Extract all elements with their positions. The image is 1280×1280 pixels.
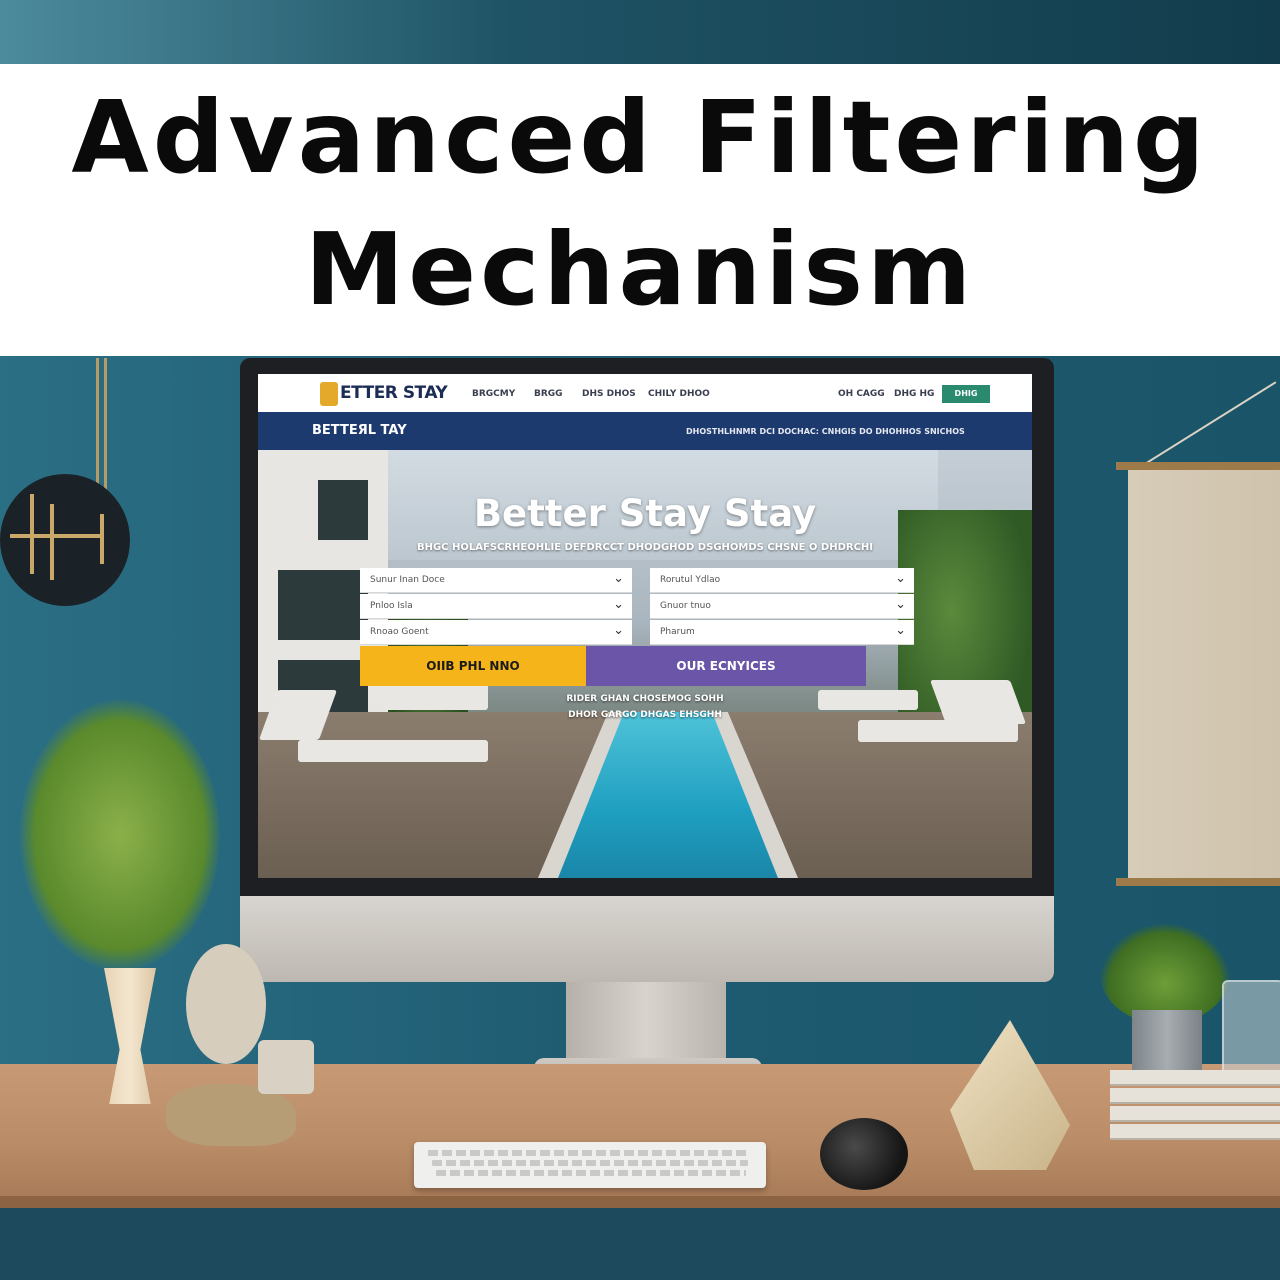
chevron-down-icon: ⌄ [895,571,906,586]
filter-label: Rorutul Ydlao [660,575,721,585]
wall-clock [0,474,130,606]
decor-disc [186,944,266,1064]
clock-bar [50,504,54,580]
monitor-stand [566,982,726,1062]
nav-link-2[interactable]: BRGG [534,389,563,399]
chevron-down-icon: ⌄ [613,623,624,638]
lounger [298,740,488,762]
chevron-down-icon: ⌄ [613,571,624,586]
filter-select-right-1[interactable]: Rorutul Ydlao ⌄ [650,568,914,593]
filter-label: Gnuor tnuo [660,601,711,611]
chevron-down-icon: ⌄ [895,597,906,612]
filter-select-left-2[interactable]: Pnloo Isla ⌄ [360,594,632,619]
logo-icon[interactable] [320,382,338,406]
hero-note-1: RIDER GHAN CHOSEMOG SOHH [566,694,724,704]
clock-bar [100,514,104,564]
nav-link-1[interactable]: BRGCMY [472,389,515,399]
plant-leaves-right [1100,924,1230,1024]
filter-select-left-1[interactable]: Sunur Inan Doce ⌄ [360,568,632,593]
banner-title-line2: Mechanism [304,211,976,328]
wall-scroll [1128,468,1280,882]
book [1110,1070,1280,1086]
book [1110,1088,1280,1104]
nav-link-4[interactable]: CHILY DHOO [648,389,710,399]
nav-cta-button[interactable]: DHIG [942,385,990,403]
banner-title-line1: Advanced Filtering [71,79,1209,196]
filter-select-left-3[interactable]: Rnoao Goent ⌄ [360,620,632,645]
subnav-info: DHOSTHLHNMR DCI DOCHAC: CNHGIS DO DHOHHO… [686,427,965,436]
scroll-rod [1116,462,1280,470]
filter-label: Sunur Inan Doce [370,575,445,585]
building-window [278,570,368,640]
key [428,1150,748,1156]
filter-label: Rnoao Goent [370,627,429,637]
monitor-chin [240,896,1054,982]
nav-right-link-2[interactable]: DHG HG [894,389,934,399]
hero-note-2: DHOR GARGO DHGAS EHSGHH [568,710,722,720]
key [432,1160,748,1166]
scroll-rod [1116,878,1280,886]
hero-section: Better Stay Stay BHGC HOLAFSCRHEOHLIE DE… [258,450,1032,878]
mouse[interactable] [820,1118,908,1190]
filter-select-right-3[interactable]: Pharum ⌄ [650,620,914,645]
site-subnav: BETTEЯL TAY DHOSTHLHNMR DCI DOCHAC: CNHG… [258,412,1032,450]
plant-leaves [20,700,220,970]
subnav-brand[interactable]: BETTEЯL TAY [312,423,407,438]
glass-jar [1222,980,1280,1076]
filter-select-right-2[interactable]: Gnuor tnuo ⌄ [650,594,914,619]
hero-title: Better Stay Stay [473,492,817,535]
nav-right-link-1[interactable]: OH CAGG [838,389,885,399]
small-plant-pot [258,1040,314,1094]
hero-subtitle: BHGC HOLAFSCRHEOHLIE DEFDRCCT DHODGHOD D… [416,542,873,553]
key [436,1170,746,1176]
filter-label: Pnloo Isla [370,601,413,611]
site-logo[interactable]: ETTER STAY [340,383,448,403]
clock-bar [10,534,100,538]
keyboard[interactable] [414,1142,766,1188]
services-button[interactable]: OUR ECNYICES [586,646,866,686]
search-button[interactable]: OIIB PHL NNO [360,646,586,686]
chevron-down-icon: ⌄ [895,623,906,638]
monitor-screen: ETTER STAY BRGCMY BRGG DHS DHOS CHILY DH… [258,374,1032,878]
wall-top-strip [0,0,1280,64]
book-stack [1110,1066,1280,1146]
book [1110,1106,1280,1122]
site-navbar: ETTER STAY BRGCMY BRGG DHS DHOS CHILY DH… [258,374,1032,412]
book [1110,1124,1280,1140]
hanging-rod [96,358,99,488]
chevron-down-icon: ⌄ [613,597,624,612]
nav-link-3[interactable]: DHS DHOS [582,389,636,399]
filter-label: Pharum [660,627,695,637]
desk-edge [0,1196,1280,1208]
plant-pot-right [1132,1010,1202,1072]
under-desk [0,1208,1280,1280]
